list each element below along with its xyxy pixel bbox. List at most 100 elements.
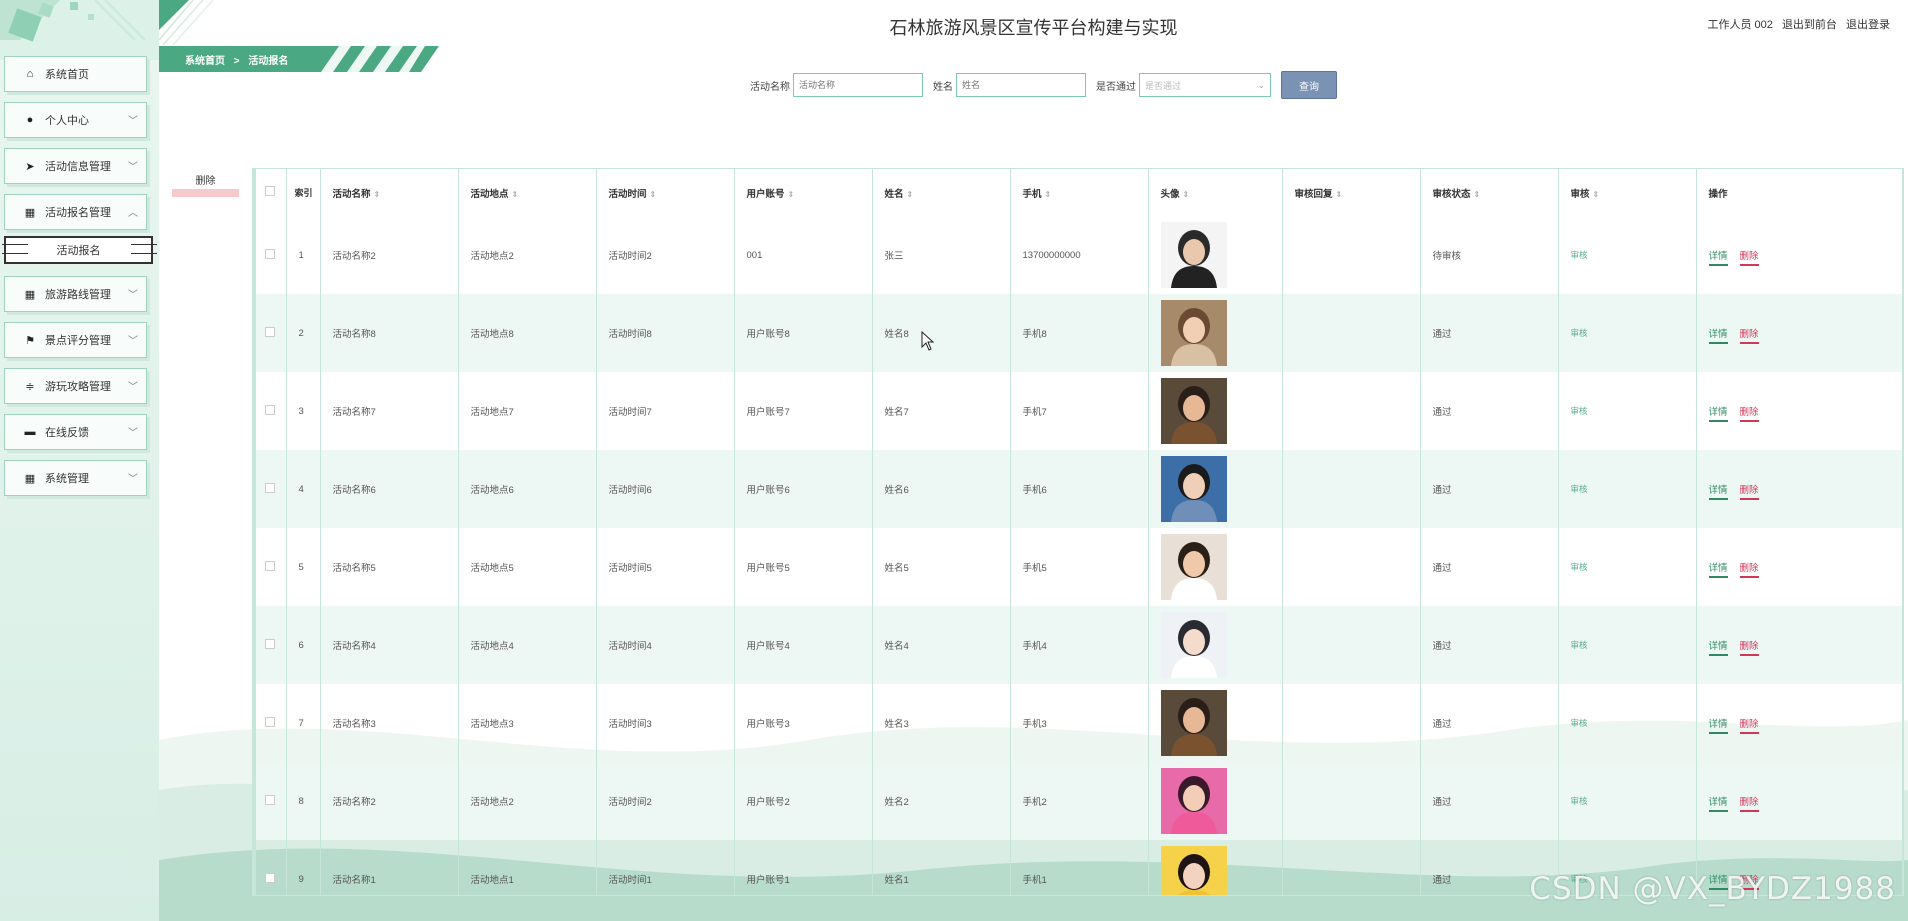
row-checkbox[interactable]	[256, 216, 287, 294]
sort-icon[interactable]: ⇕	[907, 190, 914, 199]
batch-delete-button[interactable]: 删除	[172, 172, 239, 197]
logout-link[interactable]: 退出登录	[1846, 19, 1890, 31]
row-checkbox[interactable]	[256, 294, 287, 372]
cell-audit-reply	[1282, 840, 1421, 895]
table-row[interactable]: 4 活动名称6 活动地点6 活动时间6 用户账号6 姓名6 手机6 通过 审核 详情 删除	[256, 450, 1903, 528]
sort-icon[interactable]: ⇕	[650, 190, 657, 199]
column-header-name[interactable]: 活动名称 ⇕	[320, 169, 459, 216]
grid-icon: ▦	[24, 472, 36, 485]
audit-button[interactable]: 审核	[1571, 718, 1588, 728]
row-checkbox[interactable]	[256, 528, 287, 606]
audit-button[interactable]: 审核	[1571, 640, 1588, 650]
table-row[interactable]: 7 活动名称3 活动地点3 活动时间3 用户账号3 姓名3 手机3 通过 审核 详情 删除	[256, 684, 1903, 762]
column-header-avatar[interactable]: 头像 ⇕	[1148, 169, 1283, 216]
cell-activity-name: 活动名称5	[320, 528, 459, 606]
sidebar-item-4[interactable]: ▦ 旅游路线管理 ﹀	[4, 276, 147, 312]
audit-button[interactable]: 审核	[1571, 406, 1588, 416]
detail-button[interactable]: 详情	[1708, 485, 1728, 500]
breadcrumb-home[interactable]: 系统首页	[185, 56, 225, 67]
delete-button[interactable]: 删除	[1739, 563, 1759, 578]
cell-index: 9	[286, 840, 321, 895]
cell-activity-time: 活动时间5	[596, 528, 735, 606]
table-row[interactable]: 6 活动名称4 活动地点4 活动时间4 用户账号4 姓名4 手机4 通过 审核 详情 删除	[256, 606, 1903, 684]
cell-activity-place: 活动地点3	[458, 684, 597, 762]
column-header-time[interactable]: 活动时间 ⇕	[596, 169, 735, 216]
batch-delete-bar	[172, 189, 239, 197]
sort-icon[interactable]: ⇕	[1593, 190, 1600, 199]
cell-phone: 手机1	[1010, 840, 1149, 895]
column-header-audit[interactable]: 审核 ⇕	[1558, 169, 1697, 216]
delete-button[interactable]: 删除	[1739, 719, 1759, 734]
sidebar-item-0[interactable]: ⌂ 系统首页	[4, 56, 147, 92]
table-body: 1 活动名称2 活动地点2 活动时间2 001 张三 13700000000 待审核 审核 详情删…	[256, 216, 1903, 895]
column-header-phone[interactable]: 手机 ⇕	[1010, 169, 1149, 216]
detail-button[interactable]: 详情	[1708, 407, 1728, 422]
mouse-cursor-icon	[921, 331, 935, 351]
cell-activity-time: 活动时间6	[596, 450, 735, 528]
select-all-checkbox[interactable]	[256, 169, 287, 216]
row-checkbox[interactable]	[256, 762, 287, 840]
table-row[interactable]: 8 活动名称2 活动地点2 活动时间2 用户账号2 姓名2 手机2 通过 审核 详情 删除	[256, 762, 1903, 840]
column-header-account[interactable]: 用户账号 ⇕	[734, 169, 873, 216]
table-row[interactable]: 2 活动名称8 活动地点8 活动时间8 用户账号8 姓名8 手机8 通过 审核 详情 删除	[256, 294, 1903, 372]
cell-operations: 详情 删除	[1696, 216, 1903, 294]
audit-button[interactable]: 审核	[1571, 562, 1588, 572]
column-header-label: 姓名	[884, 188, 904, 200]
column-header-label: 活动地点	[470, 188, 509, 200]
row-checkbox[interactable]	[256, 684, 287, 762]
delete-button[interactable]: 删除	[1739, 641, 1759, 656]
delete-button[interactable]: 删除	[1739, 329, 1759, 344]
table-row[interactable]: 5 活动名称5 活动地点5 活动时间5 用户账号5 姓名5 手机5 通过 审核 详情 删除	[256, 528, 1903, 606]
cell-operations: 详情 删除	[1696, 762, 1903, 840]
cell-person-name: 姓名8	[872, 294, 1011, 372]
row-checkbox[interactable]	[256, 450, 287, 528]
sort-icon[interactable]: ⇕	[374, 190, 381, 199]
detail-button[interactable]: 详情	[1708, 797, 1728, 812]
row-checkbox[interactable]	[256, 606, 287, 684]
delete-button[interactable]: 删除	[1739, 407, 1759, 422]
sort-icon[interactable]: ⇕	[1336, 190, 1343, 199]
audit-button[interactable]: 审核	[1571, 796, 1588, 806]
name-input[interactable]	[956, 73, 1086, 97]
detail-button[interactable]: 详情	[1708, 329, 1728, 344]
sidebar-item-1[interactable]: ● 个人中心 ﹀	[4, 102, 147, 138]
sidebar-item-3[interactable]: ▦ 活动报名管理 ︿	[4, 194, 147, 230]
sort-icon[interactable]: ⇕	[788, 190, 795, 199]
sidebar-item-7[interactable]: ▬ 在线反馈 ﹀	[4, 414, 147, 450]
query-button[interactable]: 查询	[1281, 71, 1337, 99]
sort-icon[interactable]: ⇕	[1183, 190, 1190, 199]
detail-button[interactable]: 详情	[1708, 641, 1728, 656]
sort-icon[interactable]: ⇕	[1474, 190, 1481, 199]
delete-button[interactable]: 删除	[1739, 251, 1759, 266]
column-header-reply[interactable]: 审核回复 ⇕	[1282, 169, 1421, 216]
to-front-link[interactable]: 退出到前台	[1782, 19, 1837, 31]
pass-select[interactable]: 是否通过 ⌄	[1139, 73, 1271, 97]
avatar-image	[1160, 612, 1227, 678]
detail-button[interactable]: 详情	[1708, 563, 1728, 578]
sidebar-item-8[interactable]: ▦ 系统管理 ﹀	[4, 460, 147, 496]
sidebar-subitem-registration[interactable]: 活动报名	[2, 236, 157, 264]
audit-button[interactable]: 审核	[1571, 328, 1588, 338]
activity-name-input[interactable]	[793, 73, 923, 97]
column-header-place[interactable]: 活动地点 ⇕	[458, 169, 597, 216]
audit-button[interactable]: 审核	[1571, 484, 1588, 494]
audit-button[interactable]: 审核	[1571, 250, 1588, 260]
column-header-status[interactable]: 审核状态 ⇕	[1420, 169, 1559, 216]
cell-audit-status: 待审核	[1420, 216, 1559, 294]
column-header-person[interactable]: 姓名 ⇕	[872, 169, 1011, 216]
detail-button[interactable]: 详情	[1708, 719, 1728, 734]
row-checkbox[interactable]	[256, 372, 287, 450]
delete-button[interactable]: 删除	[1739, 797, 1759, 812]
cell-audit: 审核	[1558, 372, 1697, 450]
sort-icon[interactable]: ⇕	[1045, 190, 1052, 199]
sidebar-item-2[interactable]: ➤ 活动信息管理 ﹀	[4, 148, 147, 184]
table-row[interactable]: 3 活动名称7 活动地点7 活动时间7 用户账号7 姓名7 手机7 通过 审核 详情 删除	[256, 372, 1903, 450]
sort-icon[interactable]: ⇕	[512, 190, 519, 199]
sidebar-item-6[interactable]: ≑ 游玩攻略管理 ﹀	[4, 368, 147, 404]
avatar-image	[1160, 300, 1227, 366]
table-row[interactable]: 1 活动名称2 活动地点2 活动时间2 001 张三 13700000000 待审核 审核 详情删…	[256, 216, 1903, 294]
sidebar-item-5[interactable]: ⚑ 景点评分管理 ﹀	[4, 322, 147, 358]
row-checkbox[interactable]	[256, 840, 287, 895]
detail-button[interactable]: 详情	[1708, 251, 1728, 266]
delete-button[interactable]: 删除	[1739, 485, 1759, 500]
